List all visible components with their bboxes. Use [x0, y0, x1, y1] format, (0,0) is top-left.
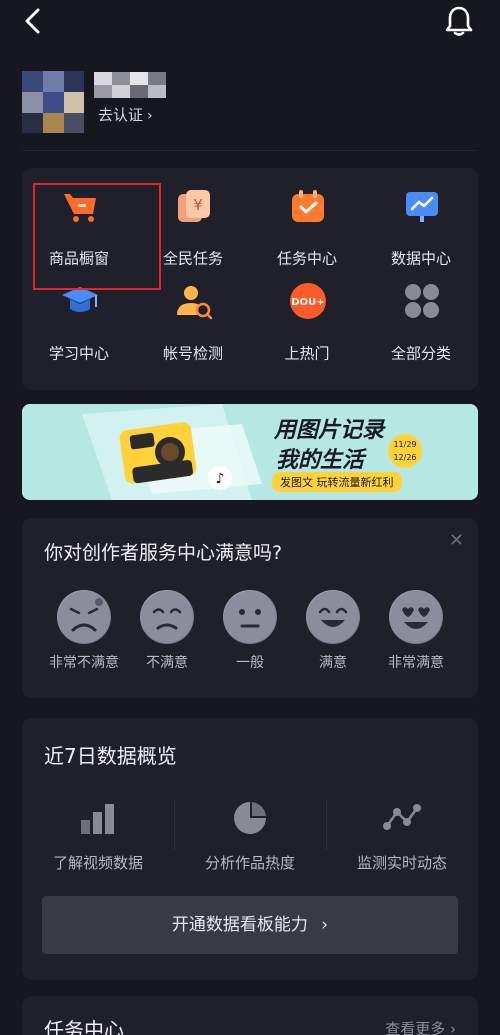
banner-subtitle: 发图文 玩转流量新红利 [272, 472, 402, 492]
stat-label: 了解视频数据 [52, 854, 143, 872]
view-more-link[interactable]: 查看更多 › [385, 1018, 456, 1035]
top-bar [0, 0, 500, 50]
avatar[interactable] [22, 71, 84, 133]
banner-headline-2: 我的生活 [276, 448, 365, 473]
rating-label: 一般 [236, 655, 264, 671]
rating-neutral[interactable]: 一般 [210, 590, 290, 672]
tool-label: 全部分类 [390, 344, 451, 363]
rating-very-dissatisfied[interactable]: 非常不满意 [44, 590, 124, 672]
stat-work-heat[interactable]: 分析作品热度 [174, 798, 326, 873]
task-center-card: 任务中心 查看更多 › [22, 996, 478, 1035]
verify-label: 去认证 [98, 106, 144, 124]
banner-date-from: 11/29 [393, 440, 417, 449]
tool-label: 数据中心 [390, 249, 451, 268]
banner-headline-1: 用图片记录 [274, 418, 385, 443]
rating-dissatisfied[interactable]: 不满意 [127, 590, 207, 672]
chart-board-icon [406, 192, 438, 222]
verify-link[interactable]: 去认证 › [98, 104, 153, 125]
bell-icon[interactable] [444, 5, 474, 37]
banner-date-badge: 11/29 12/26 [388, 434, 422, 468]
stat-video-data[interactable]: 了解视频数据 [22, 798, 174, 873]
neutral-face-icon [223, 590, 277, 644]
heart-eyes-face-icon [389, 590, 443, 644]
survey-title: 你对创作者服务中心满意吗? [44, 542, 283, 564]
task-center-title: 任务中心 [44, 1018, 124, 1035]
line-trend-icon [383, 804, 421, 830]
profile-header: 去认证 › [22, 66, 482, 136]
back-arrow-icon[interactable] [18, 6, 48, 36]
user-search-icon [177, 286, 213, 320]
open-dashboard-label: 开通数据看板能力 [171, 915, 308, 935]
username-blurred [94, 72, 180, 98]
svg-text:♪: ♪ [216, 471, 225, 487]
sad-face-icon [140, 590, 194, 644]
rating-label: 不满意 [146, 655, 188, 671]
tool-label: 上热门 [284, 344, 330, 363]
tool-label: 学习中心 [48, 344, 109, 363]
close-icon[interactable]: ✕ [449, 530, 464, 551]
happy-face-icon [306, 590, 360, 644]
dou-plus-icon: DOU+ [290, 283, 326, 319]
open-dashboard-button[interactable]: 开通数据看板能力 › [42, 896, 458, 954]
rating-satisfied[interactable]: 满意 [293, 590, 373, 672]
divider [22, 150, 478, 151]
calendar-check-icon [292, 190, 324, 222]
rating-label: 非常不满意 [49, 655, 119, 671]
rating-label: 满意 [319, 655, 347, 671]
stat-realtime-trends[interactable]: 监测实时动态 [326, 798, 478, 873]
banner-date-to: 12/26 [393, 453, 417, 462]
promo-banner[interactable]: ♪ 用图片记录 我的生活 发图文 玩转流量新红利 11/29 12/26 [22, 404, 478, 500]
pie-chart-icon [234, 802, 266, 834]
very-unhappy-face-icon [57, 590, 111, 644]
stat-label: 监测实时动态 [356, 854, 447, 872]
view-more-label: 查看更多 [385, 1020, 446, 1035]
tools-card: 商品橱窗 ¥ 全民任务 任务中心 数据中心 学习中心 帐号检测 DOU+ 上热门… [22, 168, 478, 390]
chevron-right-icon: › [147, 108, 153, 124]
tool-data-center[interactable]: 数据中心 [364, 174, 478, 269]
weekly-stats-card: 近7日数据概览 了解视频数据 分析作品热度 监测实时动态 开通数据看板能力 › [22, 718, 478, 980]
yuan-coin-icon: ¥ [178, 190, 210, 222]
chevron-right-icon: › [450, 1020, 456, 1035]
selection-highlight [33, 183, 161, 290]
tool-task-center[interactable]: 任务中心 [250, 174, 364, 269]
grid-dots-icon [405, 284, 439, 318]
svg-text:¥: ¥ [193, 196, 203, 214]
chevron-right-icon: › [321, 915, 329, 935]
bar-chart-icon [81, 804, 114, 834]
tool-label: 任务中心 [276, 249, 337, 268]
stat-label: 分析作品热度 [204, 854, 295, 872]
rating-very-satisfied[interactable]: 非常满意 [376, 590, 456, 672]
stats-title: 近7日数据概览 [44, 744, 177, 768]
satisfaction-survey-card: 你对创作者服务中心满意吗? ✕ 非常不满意 不满意 一般 满意 非常满意 [22, 518, 478, 698]
rating-label: 非常满意 [388, 655, 444, 671]
svg-text:DOU+: DOU+ [291, 297, 324, 308]
tool-dou-plus[interactable]: DOU+ 上热门 [250, 269, 364, 364]
tool-label: 帐号检测 [162, 344, 223, 363]
tool-all-categories[interactable]: 全部分类 [364, 269, 478, 364]
